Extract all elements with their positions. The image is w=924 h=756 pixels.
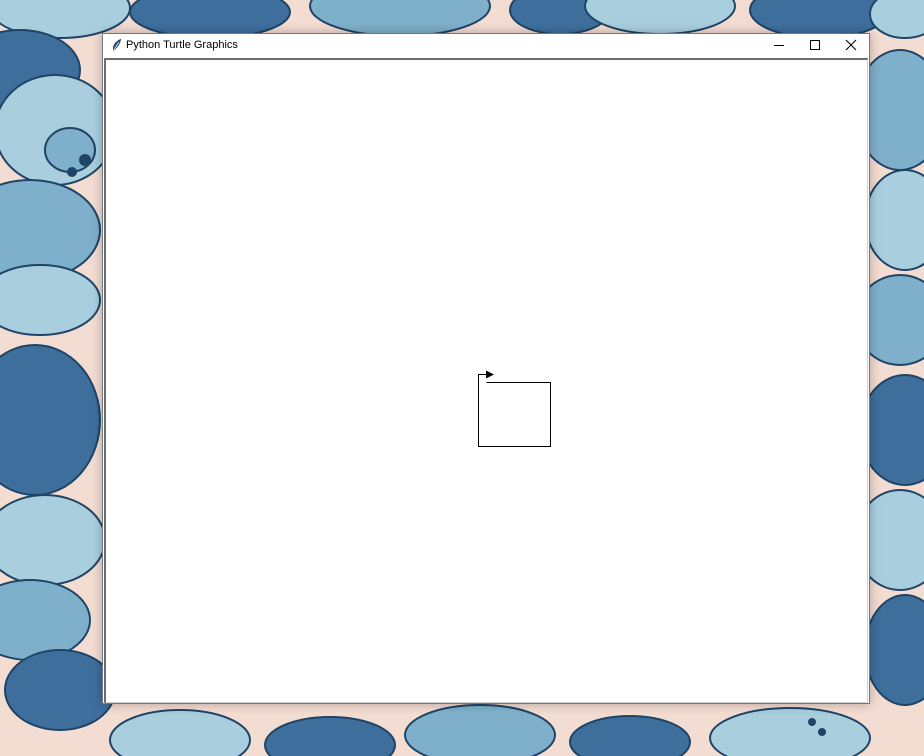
turtle-canvas-frame [104,58,868,703]
maximize-button[interactable] [797,34,833,57]
maximize-icon [810,40,820,50]
feather-icon [113,38,121,52]
title-bar[interactable]: Python Turtle Graphics [103,34,869,57]
turtle-window: Python Turtle Graphics [102,33,870,704]
canvas-background [106,60,867,702]
minimize-icon [774,45,784,46]
close-icon [845,39,857,51]
window-title: Python Turtle Graphics [126,39,238,51]
desktop: Python Turtle Graphics [0,0,924,756]
turtle-canvas[interactable] [106,60,867,702]
minimize-button[interactable] [761,34,797,57]
close-button[interactable] [833,34,869,57]
